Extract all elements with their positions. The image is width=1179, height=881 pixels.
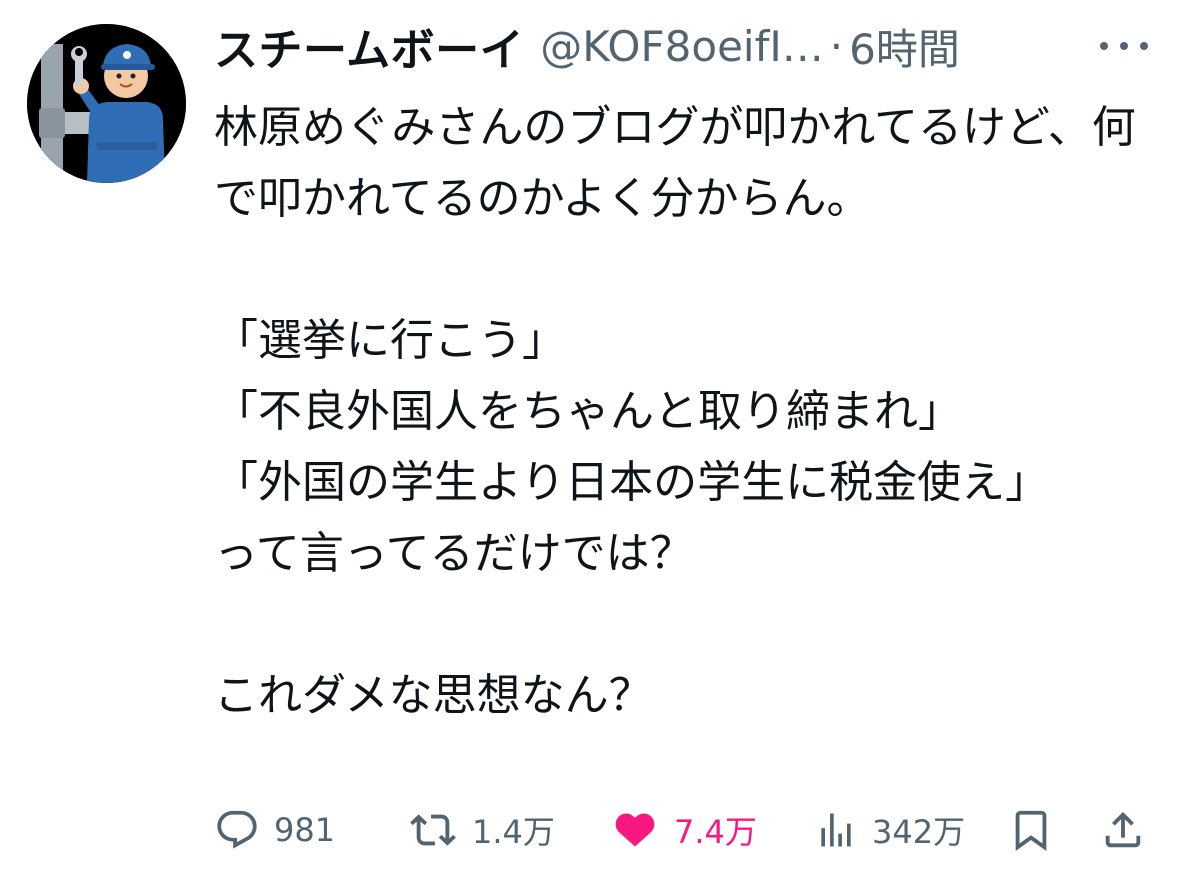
separator-dot: · xyxy=(829,21,844,71)
reply-button[interactable]: 981 xyxy=(214,805,335,855)
views-count: 342万 xyxy=(872,813,966,851)
like-button[interactable]: 7.4万 xyxy=(610,805,757,855)
share-button[interactable] xyxy=(1100,805,1146,855)
author-name[interactable]: スチームボーイ xyxy=(214,14,524,78)
retweet-icon xyxy=(410,814,456,846)
reply-icon xyxy=(217,810,257,849)
bookmark-button[interactable] xyxy=(1008,805,1054,855)
reply-count: 981 xyxy=(274,811,336,849)
more-dot xyxy=(1120,42,1128,50)
heart-icon xyxy=(615,813,655,847)
more-dot xyxy=(1140,42,1148,50)
like-count: 7.4万 xyxy=(674,813,757,851)
retweet-count: 1.4万 xyxy=(472,813,555,851)
action-bar: 981 1.4万 7.4万 342万 xyxy=(214,805,1154,855)
more-icon[interactable] xyxy=(1100,26,1148,66)
author-handle[interactable]: @KOF8oeifI… xyxy=(540,22,824,71)
bookmark-icon xyxy=(1015,810,1047,851)
timestamp[interactable]: 6時間 xyxy=(849,16,960,77)
more-dot xyxy=(1100,42,1108,50)
tweet-header: スチームボーイ @KOF8oeifI… · 6時間 xyxy=(214,16,960,77)
avatar-image xyxy=(27,24,186,183)
views-icon xyxy=(821,813,851,847)
tweet-text: 林原めぐみさんのブログが叩かれてるけど、何で叩かれてるのかよく分からん。 「選挙… xyxy=(214,102,1136,721)
share-icon xyxy=(1105,811,1141,848)
avatar[interactable] xyxy=(27,24,186,183)
views-button[interactable]: 342万 xyxy=(814,805,965,855)
retweet-button[interactable]: 1.4万 xyxy=(408,805,555,855)
